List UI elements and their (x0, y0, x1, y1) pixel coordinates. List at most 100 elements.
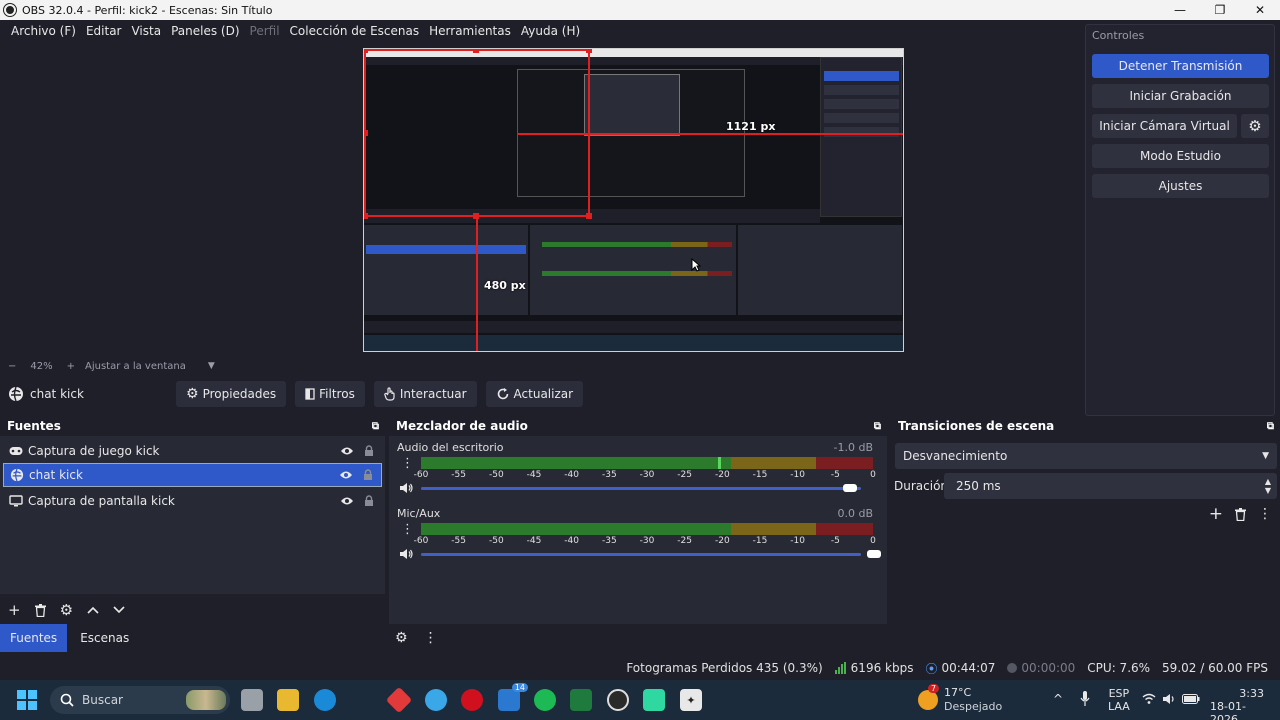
menu-perfil[interactable]: Perfil (245, 24, 285, 38)
nested-controls-btn (824, 99, 899, 109)
meter-tick-label: -35 (601, 536, 617, 546)
nested-taskbar (364, 335, 903, 351)
studio-mode-button[interactable]: Modo Estudio (1092, 144, 1269, 168)
file-explorer-icon[interactable] (277, 689, 299, 711)
menu-herramientas[interactable]: Herramientas (424, 24, 516, 38)
browser-icon (10, 468, 24, 482)
stop-stream-button[interactable]: Detener Transmisión (1092, 54, 1269, 78)
close-button[interactable]: ✕ (1240, 0, 1280, 20)
lock-icon[interactable] (364, 495, 374, 507)
mixer-menu-icon[interactable]: ⋮ (424, 630, 438, 646)
volume-icon[interactable] (1162, 693, 1176, 705)
weather-widget[interactable]: 7 17°C Despejado (918, 684, 1002, 714)
speaker-icon[interactable] (399, 548, 413, 560)
duration-spinbox[interactable]: 250 ms ▲ ▼ (944, 473, 1277, 499)
tray-chevron-up-icon[interactable]: ^ (1053, 692, 1063, 706)
resize-handle[interactable] (586, 49, 592, 53)
start-recording-button[interactable]: Iniciar Grabación (1092, 84, 1269, 108)
preview-canvas[interactable]: 1121 px 480 px (363, 48, 904, 352)
transition-select[interactable]: Desvanecimiento ▼ (895, 443, 1277, 469)
fit-to-window-label[interactable]: Ajustar a la ventana (85, 361, 186, 372)
refresh-label: Actualizar (513, 387, 574, 401)
eye-icon[interactable] (340, 496, 354, 506)
gear-icon[interactable]: ⚙ (60, 601, 73, 619)
clock[interactable]: 3:33 18-01-2026 (1210, 687, 1264, 720)
trash-icon[interactable] (34, 603, 46, 617)
undock-icon[interactable]: ⧉ (372, 421, 379, 432)
eye-icon[interactable] (339, 470, 353, 480)
maximize-button[interactable]: ❐ (1200, 0, 1240, 20)
start-virtual-cam-button[interactable]: Iniciar Cámara Virtual (1092, 114, 1237, 138)
source-item-chat-kick[interactable]: chat kick (3, 463, 382, 487)
menu-vista[interactable]: Vista (126, 24, 166, 38)
move-up-icon[interactable] (87, 606, 99, 614)
speaker-icon[interactable] (399, 482, 413, 494)
taskbar-search[interactable]: Buscar (50, 686, 230, 714)
meter-tick-label: -30 (639, 470, 655, 480)
resize-handle[interactable] (364, 130, 368, 136)
source-item-game-capture[interactable]: Captura de juego kick (3, 439, 382, 463)
edge-browser-icon[interactable] (314, 689, 336, 711)
lock-icon[interactable] (364, 445, 374, 457)
add-icon[interactable]: + (8, 601, 21, 619)
more-options-icon[interactable]: ⋮ (401, 457, 414, 470)
settings-button[interactable]: Ajustes (1092, 174, 1269, 198)
meter-tick-label: -45 (526, 470, 542, 480)
menu-ayuda[interactable]: Ayuda (H) (516, 24, 585, 38)
tab-escenas[interactable]: Escenas (67, 624, 142, 652)
minimize-button[interactable]: — (1160, 0, 1200, 20)
zoom-dropdown-icon[interactable]: ▼ (208, 361, 215, 371)
obs-taskbar-icon[interactable] (607, 689, 629, 711)
tab-fuentes[interactable]: Fuentes (0, 624, 68, 652)
spin-arrows-icon[interactable]: ▲ ▼ (1265, 477, 1271, 495)
zoom-out-button[interactable]: − (8, 361, 16, 372)
mail-icon[interactable]: 14 (498, 683, 528, 711)
undock-icon[interactable]: ⧉ (1267, 421, 1274, 432)
refresh-button[interactable]: Actualizar (485, 381, 584, 407)
volume-slider-knob[interactable] (867, 550, 881, 558)
app-icon-red[interactable] (385, 686, 413, 714)
menu-coleccion-escenas[interactable]: Colección de Escenas (285, 24, 425, 38)
nested-statusbar (364, 321, 903, 333)
eye-icon[interactable] (340, 446, 354, 456)
resize-handle[interactable] (364, 49, 368, 53)
title-bar: OBS 32.0.4 - Perfil: kick2 - Escenas: Si… (0, 0, 1280, 20)
resize-handle[interactable] (586, 213, 592, 219)
spotify-icon[interactable] (534, 689, 556, 711)
trash-icon[interactable] (1235, 507, 1246, 521)
battery-icon[interactable] (1182, 694, 1200, 704)
more-options-icon[interactable]: ⋮ (401, 523, 414, 536)
resize-handle[interactable] (473, 49, 479, 53)
undock-icon[interactable]: ⧉ (874, 421, 881, 432)
app-icon-blue[interactable] (425, 689, 447, 711)
volume-slider[interactable] (421, 553, 861, 556)
windows-start-icon[interactable] (16, 689, 38, 711)
add-icon[interactable]: + (1209, 504, 1223, 524)
microphone-icon[interactable] (1080, 691, 1090, 707)
excel-icon[interactable] (570, 689, 592, 711)
wifi-icon[interactable] (1142, 693, 1156, 704)
volume-slider-knob[interactable] (843, 484, 857, 492)
app-icon-green[interactable] (643, 689, 665, 711)
resize-handle[interactable] (473, 213, 479, 219)
more-options-icon[interactable]: ⋮ (1258, 506, 1272, 522)
interact-button[interactable]: Interactuar (373, 381, 477, 407)
language-indicator[interactable]: ESP LAA (1108, 687, 1130, 713)
menu-paneles[interactable]: Paneles (D) (166, 24, 244, 38)
task-view-icon[interactable] (241, 689, 263, 711)
source-item-screen-capture[interactable]: Captura de pantalla kick (3, 489, 382, 513)
virtual-cam-settings-button[interactable]: ⚙ (1241, 114, 1269, 138)
app-icon-white[interactable]: ✦ (680, 689, 702, 711)
lock-icon[interactable] (363, 469, 373, 481)
move-down-icon[interactable] (113, 606, 125, 614)
width-guide-line (518, 133, 903, 135)
advanced-audio-gear-icon[interactable]: ⚙ (395, 630, 408, 646)
volume-slider[interactable] (421, 487, 861, 490)
filters-button[interactable]: Filtros (295, 381, 365, 407)
opera-icon[interactable] (461, 689, 483, 711)
zoom-in-button[interactable]: + (67, 361, 75, 372)
properties-button[interactable]: ⚙ Propiedades (176, 381, 287, 407)
resize-handle[interactable] (364, 213, 368, 219)
menu-editar[interactable]: Editar (81, 24, 127, 38)
menu-archivo[interactable]: Archivo (F) (6, 24, 81, 38)
